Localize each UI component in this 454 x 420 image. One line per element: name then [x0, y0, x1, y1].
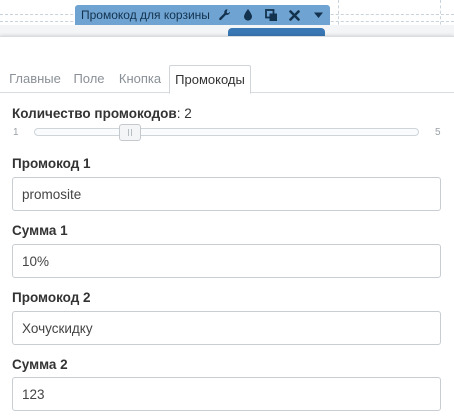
promo-count-label-text: Количество промокодов	[12, 106, 177, 121]
sum-2-input[interactable]	[12, 377, 441, 411]
close-icon[interactable]	[283, 5, 306, 25]
slider-max-label: 5	[435, 127, 441, 138]
promo-count-label: Количество промокодов: 2	[12, 106, 192, 121]
settings-panel: Главные Поле Кнопка Промокоды Количество…	[0, 36, 454, 420]
promo-2-input[interactable]	[12, 311, 441, 345]
promo-count-value: 2	[184, 106, 192, 121]
sum-1-input[interactable]	[12, 244, 441, 278]
promo-count-separator: :	[176, 106, 181, 121]
slider-min-label: 1	[13, 127, 19, 138]
widget-title: Промокод для корзины	[81, 8, 210, 22]
tab-bar: Главные Поле Кнопка Промокоды	[0, 65, 454, 94]
promo-count-slider-handle[interactable]	[119, 124, 142, 141]
promo-count-slider-track[interactable]	[34, 128, 419, 136]
tab-button[interactable]: Кнопка	[114, 65, 166, 93]
promo-1-input[interactable]	[12, 177, 441, 211]
tab-field[interactable]: Поле	[68, 65, 110, 93]
caret-down-icon[interactable]	[307, 5, 330, 25]
wrench-icon[interactable]	[213, 5, 236, 25]
drop-icon[interactable]	[237, 5, 260, 25]
tab-promocodes[interactable]: Промокоды	[169, 65, 251, 94]
tab-main[interactable]: Главные	[6, 65, 64, 93]
widget-toolbar: Промокод для корзины	[75, 5, 330, 25]
promo-2-label: Промокод 2	[12, 290, 91, 305]
sum-1-label: Сумма 1	[12, 223, 68, 238]
sum-2-label: Сумма 2	[12, 357, 68, 372]
promo-1-label: Промокод 1	[12, 156, 91, 171]
copy-icon[interactable]	[260, 5, 283, 25]
